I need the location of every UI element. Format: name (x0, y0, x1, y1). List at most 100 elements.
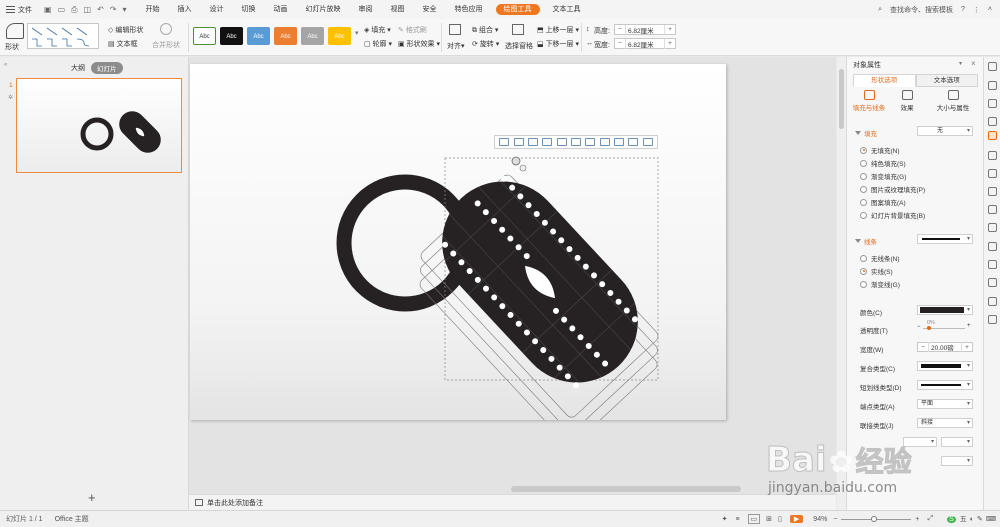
zoom-value[interactable]: 94% (813, 516, 827, 523)
shape-button[interactable]: 形状 (5, 42, 19, 52)
document-icon[interactable] (988, 151, 997, 160)
shape-icon[interactable] (988, 81, 997, 90)
preview-icon[interactable]: ◫ (84, 5, 92, 14)
format-painter-button[interactable]: ✎ 格式刷 (398, 25, 427, 35)
ime-tool-icon[interactable]: ◐ (970, 516, 974, 523)
style-gallery-expand-icon[interactable]: ▾ (355, 29, 359, 37)
slide[interactable] (190, 64, 726, 446)
tab-transition[interactable]: 切换 (233, 0, 265, 19)
zoom-thumb[interactable] (871, 515, 878, 522)
tab-insert[interactable]: 插入 (169, 0, 201, 19)
dash-dropdown[interactable] (917, 380, 973, 390)
height-decrease-button[interactable]: − (615, 26, 625, 33)
customize-icon[interactable]: ▾ (123, 5, 127, 14)
image-icon[interactable] (988, 223, 997, 232)
subtab-effect[interactable]: 效果 (887, 90, 927, 112)
line-style-dropdown[interactable] (917, 234, 973, 244)
notes-toggle-icon[interactable]: ≡ (735, 516, 739, 523)
normal-view-icon[interactable]: ▭ (747, 514, 761, 524)
merge-shape-button[interactable]: 合并形状 (152, 40, 180, 50)
send-backward-button[interactable]: ⬓ 下移一层 ▾ (537, 39, 579, 49)
zoom-out-icon[interactable]: − (833, 516, 837, 523)
align-button[interactable]: 对齐▾ (447, 41, 465, 51)
line-option-gradient[interactable]: 渐变线(G) (860, 279, 900, 289)
star-icon[interactable] (988, 169, 997, 178)
textbox-button[interactable]: ▤ 文本框 (108, 39, 138, 49)
tab-animation[interactable]: 动画 (265, 0, 297, 19)
tab-slideshow[interactable]: 幻灯片放映 (297, 0, 350, 19)
ime-tool-icon[interactable]: ⌨ (986, 515, 996, 523)
tab-design[interactable]: 设计 (201, 0, 233, 19)
print-icon[interactable]: ⎙ (71, 5, 77, 15)
tab-drawing-tools[interactable]: 绘图工具 (495, 4, 540, 15)
close-icon[interactable]: × (971, 59, 976, 68)
subtab-fill-line[interactable]: 填充与线条 (849, 90, 889, 112)
line-option-solid[interactable]: 实线(S) (860, 266, 893, 276)
folder-icon[interactable]: ▭ (58, 5, 66, 14)
ime-icon[interactable]: S (947, 515, 956, 523)
zoom-slider[interactable] (841, 515, 912, 522)
tab-slides[interactable]: 幻灯片 (91, 62, 123, 74)
fit-window-icon[interactable]: ⤢ (928, 515, 934, 523)
line-width-increase[interactable]: + (962, 344, 972, 351)
more-icon[interactable]: ⋮ (973, 6, 980, 14)
outline-button[interactable]: ▢ 轮廓 ▾ (364, 39, 392, 49)
volume-icon[interactable] (988, 242, 997, 251)
edit-shape-button[interactable]: ◇ 编辑形状 (108, 25, 143, 35)
sorter-view-icon[interactable]: ⊞ (766, 515, 772, 523)
table-icon[interactable] (988, 187, 997, 196)
fill-option-gradient[interactable]: 渐变填充(G) (860, 171, 906, 181)
rotate-handle[interactable] (511, 156, 521, 166)
tab-review[interactable]: 审阅 (350, 0, 382, 19)
line-width-value[interactable]: 20.00磅 (928, 342, 962, 352)
align-bottom-icon[interactable] (570, 138, 581, 146)
arrow-end-dropdown[interactable] (941, 437, 973, 447)
fill-dropdown[interactable]: 无 (917, 126, 973, 136)
style-preset-1[interactable]: Abc (193, 27, 216, 45)
layer-icon[interactable] (628, 138, 639, 146)
style-preset-2[interactable]: Abc (220, 27, 243, 45)
panel-options-icon[interactable]: ▾ (959, 60, 962, 67)
transparency-slider[interactable]: − 0% + (917, 320, 973, 333)
animation-icon[interactable] (988, 205, 997, 214)
panel-collapse-icon[interactable]: « (4, 62, 7, 68)
ime-tool-icon[interactable]: 五 (960, 514, 967, 524)
line-width-spinner[interactable]: − 20.00磅 + (917, 342, 973, 352)
height-spinner[interactable]: − 6.82厘米 + (614, 24, 676, 35)
fill-section-header[interactable]: 填充 (855, 128, 877, 138)
collapse-icon[interactable]: ˄ (988, 6, 992, 13)
select-pane-button[interactable]: 选择窗格 (505, 41, 533, 51)
height-increase-button[interactable]: + (665, 26, 675, 33)
style-preset-6[interactable]: Abc (328, 27, 351, 45)
style-preset-3[interactable]: Abc (247, 27, 270, 45)
shape-effect-button[interactable]: ▣ 形状效果 ▾ (398, 39, 440, 49)
rotate-handle[interactable] (519, 164, 527, 172)
align-top-icon[interactable] (542, 138, 553, 146)
shape-gallery[interactable] (27, 23, 99, 49)
help-icon[interactable]: ? (961, 6, 965, 13)
width-decrease-button[interactable]: − (615, 40, 625, 47)
help-icon[interactable] (988, 315, 997, 324)
width-value[interactable]: 6.82厘米 (625, 38, 665, 49)
color-dropdown[interactable] (917, 305, 973, 315)
reading-view-icon[interactable]: ▯ (778, 515, 782, 523)
select-icon[interactable] (988, 117, 997, 126)
history-icon[interactable] (988, 278, 997, 287)
file-menu[interactable]: 文件 (0, 5, 38, 15)
distribute-h-icon[interactable] (585, 138, 596, 146)
command-search[interactable]: 查找命令、搜索模板 (890, 5, 953, 15)
cap-dropdown[interactable]: 平面 (917, 399, 973, 409)
play-button[interactable]: ▶ (789, 515, 804, 523)
fill-option-background[interactable]: 幻灯片背景填充(B) (860, 210, 925, 220)
slide-thumbnail[interactable] (16, 78, 182, 173)
subtab-size[interactable]: 大小与属性 (927, 90, 979, 112)
align-middle-icon[interactable] (556, 138, 567, 146)
add-slide-icon[interactable]: + (88, 490, 96, 505)
arrow-size-dropdown[interactable] (941, 456, 973, 466)
scrollbar-thumb[interactable] (839, 69, 844, 129)
tab-features[interactable]: 特色应用 (446, 0, 492, 19)
copy-icon[interactable] (988, 99, 997, 108)
fill-option-solid[interactable]: 纯色填充(S) (860, 158, 906, 168)
notes-bar[interactable]: 单击此处添加备注 (189, 494, 836, 510)
shape-icon[interactable] (6, 23, 24, 39)
